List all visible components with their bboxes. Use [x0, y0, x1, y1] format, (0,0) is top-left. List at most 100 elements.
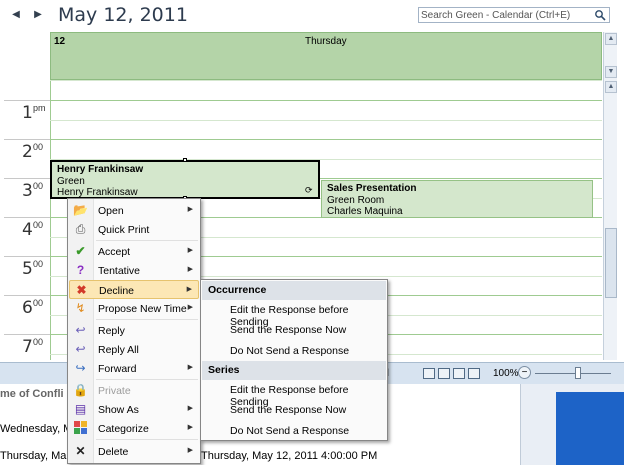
menu-item-label: Accept: [98, 246, 131, 258]
appointment-location: Green: [57, 175, 85, 187]
zoom-slider[interactable]: [535, 373, 611, 374]
submenu-heading-occurrence: Occurrence: [202, 281, 386, 300]
question-icon: ?: [76, 263, 85, 277]
menu-item-delete[interactable]: ✕ Delete ▶: [69, 442, 199, 461]
menu-item-label: Categorize: [98, 423, 149, 435]
hour-suffix: 00: [33, 181, 44, 191]
menu-item-label: Tentative: [98, 265, 141, 277]
submenu-arrow-icon: ▶: [186, 286, 192, 293]
hour-label: 1: [22, 103, 33, 123]
menu-item-label: Reply All: [98, 344, 139, 356]
search-input[interactable]: [421, 9, 591, 22]
scroll-down-button[interactable]: ▼: [605, 66, 617, 78]
recurrence-icon: ⟳: [305, 185, 313, 195]
menu-separator: [96, 379, 198, 380]
reading-view-icon[interactable]: [438, 368, 450, 379]
menu-item-forward[interactable]: ↪ Forward ▶: [69, 359, 199, 378]
scroll-thumb[interactable]: [605, 228, 617, 298]
menu-item-reply-all[interactable]: ↩ Reply All: [69, 340, 199, 359]
menu-item-label: Reply: [98, 325, 125, 337]
hour-suffix: 00: [33, 337, 44, 347]
day-number: 12: [54, 36, 66, 47]
submenu-item-label: Send the Response Now: [230, 324, 347, 336]
show-as-icon: ▤: [74, 402, 87, 416]
propose-time-icon: ↯: [75, 301, 86, 315]
hour-suffix: 00: [33, 298, 44, 308]
hour-label: 4: [22, 220, 33, 240]
series-do-not-send[interactable]: Do Not Send a Response: [202, 421, 386, 441]
appointment-sales[interactable]: Sales Presentation Green Room Charles Ma…: [321, 180, 593, 218]
menu-item-accept[interactable]: ✔ Accept ▶: [69, 242, 199, 261]
menu-item-private: 🔒 Private: [69, 381, 199, 400]
zoom-out-button[interactable]: −: [518, 366, 531, 379]
hour-suffix: pm: [33, 103, 46, 113]
compact-view-icon[interactable]: [468, 368, 480, 379]
hour-label: 5: [22, 259, 33, 279]
menu-item-open[interactable]: 📂 Open ▶: [69, 201, 199, 220]
submenu-heading-series: Series: [202, 361, 386, 380]
submenu-item-label: Send the Response Now: [230, 404, 347, 416]
menu-item-label: Quick Print: [98, 224, 150, 236]
hour-label: 7: [22, 337, 33, 357]
calendar-toolbar: ◀ ▶ May 12, 2011: [0, 0, 624, 30]
submenu-arrow-icon: ▶: [187, 447, 193, 454]
reply-icon: ↩: [75, 323, 86, 337]
submenu-arrow-icon: ▶: [187, 364, 193, 371]
submenu-arrow-icon: ▶: [187, 247, 193, 254]
day-name: Thursday: [305, 36, 347, 47]
scroll-up-button[interactable]: ▲: [605, 33, 617, 45]
occurrence-edit-response[interactable]: Edit the Response before Sending: [202, 300, 386, 328]
menu-item-decline[interactable]: ✖ Decline ▶: [69, 280, 199, 299]
occurrence-send-response-now[interactable]: Send the Response Now: [202, 320, 386, 340]
menu-item-tentative[interactable]: ? Tentative ▶: [69, 261, 199, 280]
reply-all-icon: ↩: [75, 342, 86, 356]
previous-day-button[interactable]: ◀: [10, 8, 22, 22]
next-day-button[interactable]: ▶: [32, 8, 44, 22]
series-edit-response[interactable]: Edit the Response before Sending: [202, 380, 386, 408]
menu-item-quick-print[interactable]: ⎙ Quick Print: [69, 220, 199, 239]
desktop-background: [556, 392, 624, 465]
submenu-item-label: Do Not Send a Response: [230, 425, 350, 437]
hour-suffix: 00: [33, 142, 44, 152]
date-title: May 12, 2011: [58, 4, 188, 26]
vertical-scrollbar[interactable]: ▲ ▼ ▲: [603, 32, 617, 360]
menu-item-show-as[interactable]: ▤ Show As ▶: [69, 400, 199, 419]
delete-icon: ✕: [75, 444, 86, 458]
reading-line-date: Thursday, Ma: [0, 450, 67, 462]
reading-line-subject: me of Confli: [0, 388, 64, 400]
menu-item-label: Open: [98, 205, 124, 217]
menu-separator: [96, 439, 198, 440]
zoom-slider-thumb[interactable]: [575, 367, 581, 379]
reading-line-datetime: Thursday, May 12, 2011 4:00:00 PM: [201, 450, 378, 462]
appointment-location: Green Room: [327, 194, 385, 206]
menu-item-label: Decline: [99, 285, 135, 297]
lock-icon: 🔒: [73, 383, 88, 397]
menu-item-propose-new-time[interactable]: ↯ Propose New Time ▶: [69, 299, 199, 318]
printer-icon: ⎙: [75, 222, 86, 236]
open-folder-icon: 📂: [73, 203, 88, 217]
day-header[interactable]: 12 Thursday: [50, 32, 602, 80]
appointment-organizer: Charles Maquina: [327, 206, 403, 217]
hour-label: 3: [22, 181, 33, 201]
normal-view-icon[interactable]: [423, 368, 435, 379]
search-icon[interactable]: [594, 9, 606, 21]
menu-item-label: Forward: [98, 363, 137, 375]
decline-submenu: Occurrence Edit the Response before Send…: [200, 279, 388, 441]
check-icon: ✔: [75, 244, 86, 258]
resize-handle-top[interactable]: [183, 158, 187, 162]
menu-item-reply[interactable]: ↩ Reply: [69, 321, 199, 340]
menu-item-categorize[interactable]: Categorize ▶: [69, 419, 199, 438]
search-box[interactable]: [418, 7, 610, 23]
series-send-response-now[interactable]: Send the Response Now: [202, 400, 386, 420]
occurrence-do-not-send[interactable]: Do Not Send a Response: [202, 341, 386, 361]
hour-label: 2: [22, 142, 33, 162]
forward-icon: ↪: [75, 361, 86, 375]
grid-line: [50, 80, 602, 81]
grid-view-icon[interactable]: [453, 368, 465, 379]
appointment-selected[interactable]: Henry Frankinsaw Green Henry Frankinsaw …: [50, 160, 320, 199]
submenu-arrow-icon: ▶: [187, 405, 193, 412]
scroll-up-button[interactable]: ▲: [605, 81, 617, 93]
menu-item-label: Private: [98, 385, 131, 397]
menu-separator: [96, 319, 198, 320]
menu-item-label: Show As: [98, 404, 139, 416]
